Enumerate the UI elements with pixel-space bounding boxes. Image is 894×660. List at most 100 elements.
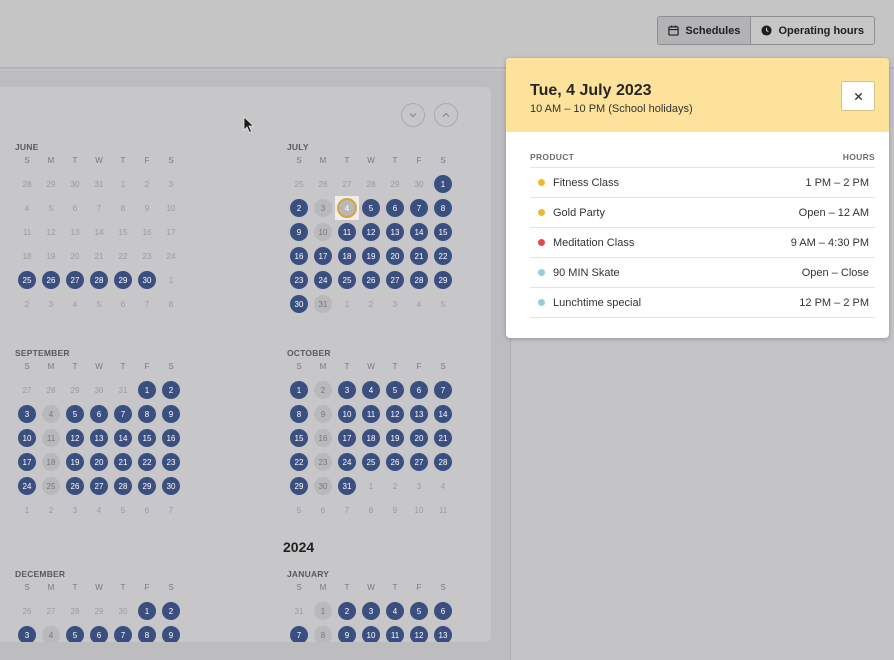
day-cell[interactable]: 30 (159, 474, 183, 498)
day-cell[interactable]: 8 (135, 402, 159, 426)
day-cell[interactable]: 10 (15, 426, 39, 450)
day-cell[interactable]: 12 (407, 623, 431, 642)
day-cell[interactable]: 1 (431, 172, 455, 196)
schedules-button[interactable]: Schedules (658, 17, 752, 44)
day-cell[interactable]: 6 (383, 196, 407, 220)
day-cell[interactable]: 3 (15, 623, 39, 642)
day-cell[interactable]: 26 (63, 474, 87, 498)
day-cell[interactable]: 24 (335, 450, 359, 474)
day-cell[interactable]: 5 (407, 599, 431, 623)
day-cell[interactable]: 26 (383, 450, 407, 474)
day-cell[interactable]: 25 (359, 450, 383, 474)
day-cell[interactable]: 24 (311, 268, 335, 292)
day-cell[interactable]: 29 (431, 268, 455, 292)
day-cell[interactable]: 6 (87, 402, 111, 426)
day-cell[interactable]: 5 (359, 196, 383, 220)
day-cell[interactable]: 19 (359, 244, 383, 268)
day-cell[interactable]: 13 (431, 623, 455, 642)
day-cell-selected[interactable]: 4 (335, 196, 359, 220)
prev-button[interactable] (401, 103, 425, 127)
day-cell[interactable]: 16 (159, 426, 183, 450)
day-cell[interactable]: 22 (431, 244, 455, 268)
day-cell[interactable]: 27 (383, 268, 407, 292)
day-cell[interactable]: 11 (39, 426, 63, 450)
day-cell[interactable]: 10 (311, 220, 335, 244)
day-cell[interactable]: 22 (287, 450, 311, 474)
day-cell[interactable]: 16 (287, 244, 311, 268)
day-cell[interactable]: 26 (39, 268, 63, 292)
day-cell[interactable]: 7 (111, 623, 135, 642)
day-cell[interactable]: 8 (287, 402, 311, 426)
day-cell[interactable]: 20 (407, 426, 431, 450)
day-cell[interactable]: 3 (15, 402, 39, 426)
table-row[interactable]: Meditation Class 9 AM – 4:30 PM (530, 228, 875, 258)
day-cell[interactable]: 15 (431, 220, 455, 244)
day-cell[interactable]: 5 (63, 402, 87, 426)
day-cell[interactable]: 16 (311, 426, 335, 450)
day-cell[interactable]: 2 (159, 378, 183, 402)
table-row[interactable]: 90 MIN Skate Open – Close (530, 258, 875, 288)
day-cell[interactable]: 14 (431, 402, 455, 426)
table-row[interactable]: Fitness Class 1 PM – 2 PM (530, 168, 875, 198)
day-cell[interactable]: 17 (311, 244, 335, 268)
day-cell[interactable]: 2 (287, 196, 311, 220)
day-cell[interactable]: 12 (383, 402, 407, 426)
day-cell[interactable]: 24 (15, 474, 39, 498)
day-cell[interactable]: 27 (407, 450, 431, 474)
day-cell[interactable]: 9 (311, 402, 335, 426)
day-cell[interactable]: 10 (359, 623, 383, 642)
day-cell[interactable]: 15 (287, 426, 311, 450)
day-cell[interactable]: 10 (335, 402, 359, 426)
day-cell[interactable]: 31 (311, 292, 335, 316)
day-cell[interactable]: 13 (87, 426, 111, 450)
day-cell[interactable]: 1 (135, 378, 159, 402)
day-cell[interactable]: 4 (39, 623, 63, 642)
day-cell[interactable]: 3 (335, 378, 359, 402)
day-cell[interactable]: 29 (135, 474, 159, 498)
day-cell[interactable]: 18 (359, 426, 383, 450)
day-cell[interactable]: 8 (431, 196, 455, 220)
day-cell[interactable]: 4 (39, 402, 63, 426)
day-cell[interactable]: 1 (135, 599, 159, 623)
day-cell[interactable]: 30 (287, 292, 311, 316)
day-cell[interactable]: 13 (383, 220, 407, 244)
day-cell[interactable]: 6 (407, 378, 431, 402)
day-cell[interactable]: 28 (87, 268, 111, 292)
day-cell[interactable]: 23 (311, 450, 335, 474)
day-cell[interactable]: 15 (135, 426, 159, 450)
day-cell[interactable]: 29 (287, 474, 311, 498)
day-cell[interactable]: 7 (111, 402, 135, 426)
day-cell[interactable]: 6 (87, 623, 111, 642)
day-cell[interactable]: 8 (135, 623, 159, 642)
day-cell[interactable]: 4 (359, 378, 383, 402)
table-row[interactable]: Lunchtime special 12 PM – 2 PM (530, 288, 875, 318)
day-cell[interactable]: 7 (287, 623, 311, 642)
day-cell[interactable]: 6 (431, 599, 455, 623)
day-cell[interactable]: 21 (111, 450, 135, 474)
day-cell[interactable]: 18 (335, 244, 359, 268)
day-cell[interactable]: 9 (159, 623, 183, 642)
day-cell[interactable]: 9 (159, 402, 183, 426)
day-cell[interactable]: 20 (87, 450, 111, 474)
day-cell[interactable]: 25 (15, 268, 39, 292)
day-cell[interactable]: 20 (383, 244, 407, 268)
day-cell[interactable]: 23 (287, 268, 311, 292)
day-cell[interactable]: 21 (407, 244, 431, 268)
day-cell[interactable]: 21 (431, 426, 455, 450)
day-cell[interactable]: 28 (407, 268, 431, 292)
day-cell[interactable]: 29 (111, 268, 135, 292)
day-cell[interactable]: 17 (335, 426, 359, 450)
day-cell[interactable]: 17 (15, 450, 39, 474)
day-cell[interactable]: 26 (359, 268, 383, 292)
day-cell[interactable]: 11 (335, 220, 359, 244)
day-cell[interactable]: 18 (39, 450, 63, 474)
close-button[interactable] (841, 81, 875, 111)
day-cell[interactable]: 5 (63, 623, 87, 642)
day-cell[interactable]: 4 (383, 599, 407, 623)
table-row[interactable]: Gold Party Open – 12 AM (530, 198, 875, 228)
day-cell[interactable]: 12 (359, 220, 383, 244)
day-cell[interactable]: 1 (311, 599, 335, 623)
day-cell[interactable]: 3 (359, 599, 383, 623)
day-cell[interactable]: 25 (335, 268, 359, 292)
day-cell[interactable]: 7 (407, 196, 431, 220)
